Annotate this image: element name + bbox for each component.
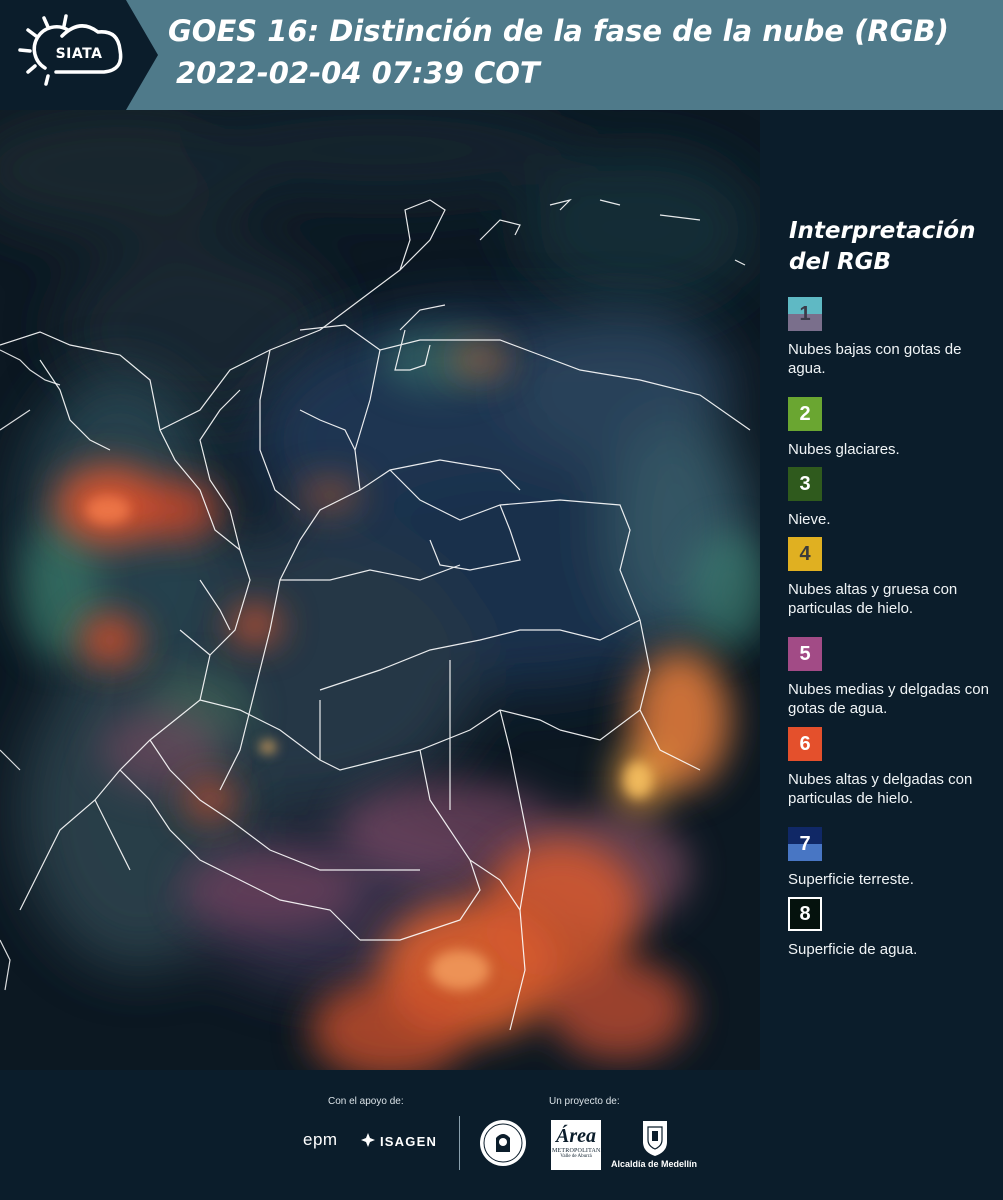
legend-number: 4 [799,542,811,565]
legend-swatch: 6 [788,727,822,761]
footer: Con el apoyo de: Un proyecto de: epm ISA… [0,1070,1003,1200]
legend-label: Superficie terreste. [788,871,914,888]
area-metropolitana-logo: Área METROPOLITANA Valle de Aburrá [551,1120,605,1170]
alcaldia-label: Alcaldía de Medellín [611,1159,698,1169]
legend-item: 7 Superficie terreste. [788,827,998,889]
legend-number: 1 [799,302,811,325]
alcaldia-shield-icon [643,1121,667,1156]
isagen-icon [361,1133,375,1147]
epm-logo: epm [303,1130,338,1149]
page-timestamp: 2022-02-04 07:39 COT [176,56,540,90]
legend-swatch: 2 [788,397,822,431]
legend-item: 4 Nubes altas y gruesa con particulas de … [788,537,998,618]
satellite-map [0,110,760,1070]
header: SIATA GOES 16: Distinción de la fase de … [0,0,1003,110]
legend-label: Nubes medias y delgadas con gotas de agu… [788,681,989,717]
legend-swatch: 4 [788,537,822,571]
legend-panel: Interpretación del RGB 1 Nubes bajas con … [760,110,1003,1070]
support-label: Con el apoyo de: [328,1096,404,1107]
legend-swatch: 8 [788,897,822,931]
legend-item: 3 Nieve. [788,467,998,529]
gobernacion-seal-icon [480,1120,526,1166]
legend-label: Nieve. [788,511,831,528]
legend-item: 6 Nubes altas y delgadas con particulas d… [788,727,998,808]
legend-label: Nubes altas y gruesa con particulas de h… [788,581,958,617]
legend-swatch: 3 [788,467,822,501]
legend-label: Superficie de agua. [788,941,918,958]
legend-swatch: 1 [788,297,822,331]
legend-item: 2 Nubes glaciares. [788,397,998,459]
footer-divider [459,1116,460,1170]
area-logo-valle: Valle de Aburrá [560,1154,592,1159]
legend-number: 7 [799,832,811,855]
legend-swatch: 5 [788,637,822,671]
legend-number: 5 [799,642,811,665]
area-logo-mark: Área [556,1125,596,1147]
legend-label: Nubes bajas con gotas de agua. [788,341,962,377]
legend-number: 6 [799,732,811,755]
legend-number: 8 [799,902,811,925]
project-label: Un proyecto de: [549,1096,620,1107]
satellite-image [0,110,760,1070]
legend-item: 1 Nubes bajas con gotas de agua. [788,297,998,378]
legend-swatch: 7 [788,827,822,861]
logo-text: SIATA [55,46,103,62]
legend-label: Nubes glaciares. [788,441,900,458]
legend-title: Interpretación del RGB [789,218,976,275]
page-title: GOES 16: Distinción de la fase de la nub… [168,14,949,48]
legend-item: 5 Nubes medias y delgadas con gotas de ag… [788,637,998,718]
legend-item: 8 Superficie de agua. [788,897,998,959]
isagen-logo: ISAGEN [380,1134,438,1149]
legend-number: 2 [799,402,811,425]
legend-label: Nubes altas y delgadas con particulas de… [788,771,973,807]
legend-number: 3 [799,472,811,495]
siata-logo: SIATA [0,0,160,110]
